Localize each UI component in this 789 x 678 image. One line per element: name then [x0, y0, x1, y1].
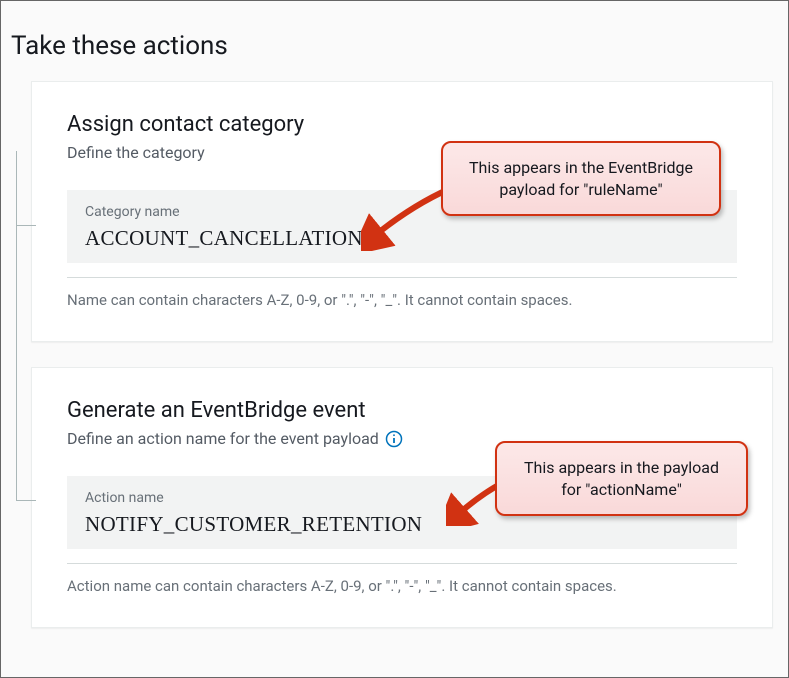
tree-connector [16, 151, 36, 226]
annotation-callout-rulename: This appears in the EventBridge payload … [441, 141, 721, 216]
card-subtitle-text: Define an action name for the event payl… [67, 429, 379, 448]
action-name-helper: Action name can contain characters A-Z, … [67, 563, 737, 597]
annotation-callout-actionname: This appears in the payload for "actionN… [495, 441, 748, 516]
callout-text: This appears in the payload for "actionN… [524, 458, 719, 499]
page-title: Take these actions [1, 1, 788, 81]
callout-text: This appears in the EventBridge payload … [469, 158, 693, 199]
info-icon[interactable] [385, 430, 403, 448]
card-title-eventbridge: Generate an EventBridge event [67, 398, 737, 423]
category-name-helper: Name can contain characters A-Z, 0-9, or… [67, 277, 737, 311]
card-title-assign-category: Assign contact category [67, 112, 737, 137]
tree-connector [16, 226, 36, 501]
